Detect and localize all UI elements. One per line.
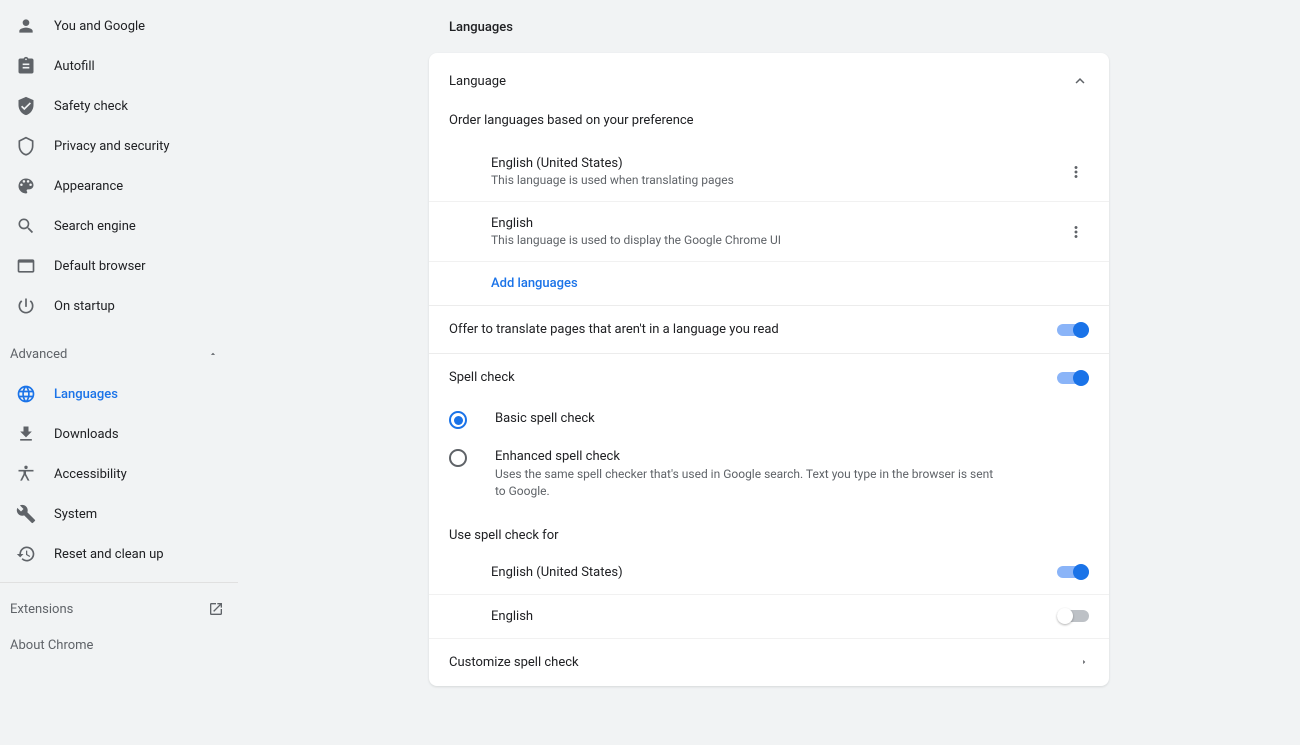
wrench-icon	[16, 504, 48, 524]
spell-check-row: Spell check	[429, 354, 1109, 401]
sidebar-item-label: Safety check	[48, 99, 128, 114]
sidebar-item-label: Languages	[48, 387, 118, 402]
translate-offer-label: Offer to translate pages that aren't in …	[449, 322, 779, 337]
radio-label: Basic spell check	[495, 411, 595, 426]
person-icon	[16, 16, 48, 36]
sidebar: You and Google Autofill Safety check Pri…	[0, 0, 238, 745]
spell-check-language-toggle[interactable]	[1057, 610, 1089, 622]
radio-icon	[449, 411, 467, 429]
sidebar-item-label: On startup	[48, 299, 115, 314]
sidebar-item-autofill[interactable]: Autofill	[0, 46, 238, 86]
sidebar-item-label: Privacy and security	[48, 139, 170, 154]
customize-spell-check-row[interactable]: Customize spell check	[429, 639, 1109, 686]
sidebar-item-label: Accessibility	[48, 467, 127, 482]
language-item: English (United States) This language is…	[429, 142, 1109, 202]
sidebar-advanced-toggle[interactable]: Advanced	[0, 334, 238, 374]
sidebar-item-search-engine[interactable]: Search engine	[0, 206, 238, 246]
sidebar-item-on-startup[interactable]: On startup	[0, 286, 238, 326]
open-external-icon	[208, 601, 224, 617]
sidebar-item-safety-check[interactable]: Safety check	[0, 86, 238, 126]
language-sub: This language is used to display the Goo…	[491, 233, 1063, 247]
language-more-button[interactable]	[1063, 159, 1089, 185]
customize-spell-check-label: Customize spell check	[449, 655, 579, 670]
globe-icon	[16, 384, 48, 404]
sidebar-item-label: Appearance	[48, 179, 123, 194]
translate-offer-row: Offer to translate pages that aren't in …	[429, 305, 1109, 354]
language-item: English This language is used to display…	[429, 202, 1109, 262]
spell-check-language-name: English (United States)	[491, 565, 623, 580]
add-languages-button[interactable]: Add languages	[429, 262, 1109, 305]
sidebar-item-label: You and Google	[48, 19, 145, 34]
language-sub: This language is used when translating p…	[491, 173, 1063, 187]
sidebar-item-label: Downloads	[48, 427, 119, 442]
window-icon	[16, 256, 48, 276]
language-order-description: Order languages based on your preference	[429, 109, 1109, 142]
power-icon	[16, 296, 48, 316]
sidebar-item-accessibility[interactable]: Accessibility	[0, 454, 238, 494]
translate-toggle[interactable]	[1057, 324, 1089, 336]
sidebar-item-extensions[interactable]: Extensions	[0, 591, 238, 627]
sidebar-item-appearance[interactable]: Appearance	[0, 166, 238, 206]
download-icon	[16, 424, 48, 444]
palette-icon	[16, 176, 48, 196]
advanced-label: Advanced	[10, 347, 67, 362]
page-title: Languages	[429, 20, 1109, 35]
sidebar-item-about[interactable]: About Chrome	[0, 627, 238, 663]
chevron-right-icon	[1079, 657, 1089, 667]
extensions-label: Extensions	[10, 602, 73, 617]
sidebar-item-reset[interactable]: Reset and clean up	[0, 534, 238, 574]
sidebar-item-label: Default browser	[48, 259, 146, 274]
spell-check-language-toggle[interactable]	[1057, 566, 1089, 578]
sidebar-item-label: System	[48, 507, 97, 522]
spell-check-label: Spell check	[449, 370, 515, 385]
languages-card: Language Order languages based on your p…	[429, 53, 1109, 686]
spell-check-toggle[interactable]	[1057, 372, 1089, 384]
radio-icon	[449, 449, 467, 467]
shield-icon	[16, 136, 48, 156]
sidebar-divider	[0, 582, 238, 583]
spell-check-language-row: English (United States)	[429, 551, 1109, 595]
radio-label: Enhanced spell check	[495, 449, 995, 464]
spell-check-language-name: English	[491, 609, 533, 624]
language-name: English	[491, 216, 1063, 231]
sidebar-item-label: Reset and clean up	[48, 547, 164, 562]
language-section-header[interactable]: Language	[429, 53, 1109, 109]
main-content: Languages Language Order languages based…	[238, 0, 1300, 745]
sidebar-item-label: Search engine	[48, 219, 136, 234]
language-name: English (United States)	[491, 156, 1063, 171]
sidebar-item-privacy-security[interactable]: Privacy and security	[0, 126, 238, 166]
use-spell-check-for-label: Use spell check for	[429, 510, 1109, 551]
chevron-up-icon	[1071, 72, 1089, 90]
about-label: About Chrome	[10, 638, 93, 653]
sidebar-item-downloads[interactable]: Downloads	[0, 414, 238, 454]
sidebar-item-label: Autofill	[48, 59, 95, 74]
language-more-button[interactable]	[1063, 219, 1089, 245]
accessibility-icon	[16, 464, 48, 484]
basic-spell-check-radio[interactable]: Basic spell check	[429, 401, 1109, 439]
language-header-label: Language	[449, 74, 506, 89]
spell-check-language-row: English	[429, 595, 1109, 639]
enhanced-spell-check-radio[interactable]: Enhanced spell check Uses the same spell…	[429, 439, 1109, 510]
search-icon	[16, 216, 48, 236]
sidebar-item-you-and-google[interactable]: You and Google	[0, 6, 238, 46]
sidebar-item-default-browser[interactable]: Default browser	[0, 246, 238, 286]
sidebar-item-system[interactable]: System	[0, 494, 238, 534]
restore-icon	[16, 544, 48, 564]
shield-check-icon	[16, 96, 48, 116]
radio-sublabel: Uses the same spell checker that's used …	[495, 466, 995, 500]
chevron-up-icon	[208, 349, 218, 359]
sidebar-item-languages[interactable]: Languages	[0, 374, 238, 414]
clipboard-icon	[16, 56, 48, 76]
